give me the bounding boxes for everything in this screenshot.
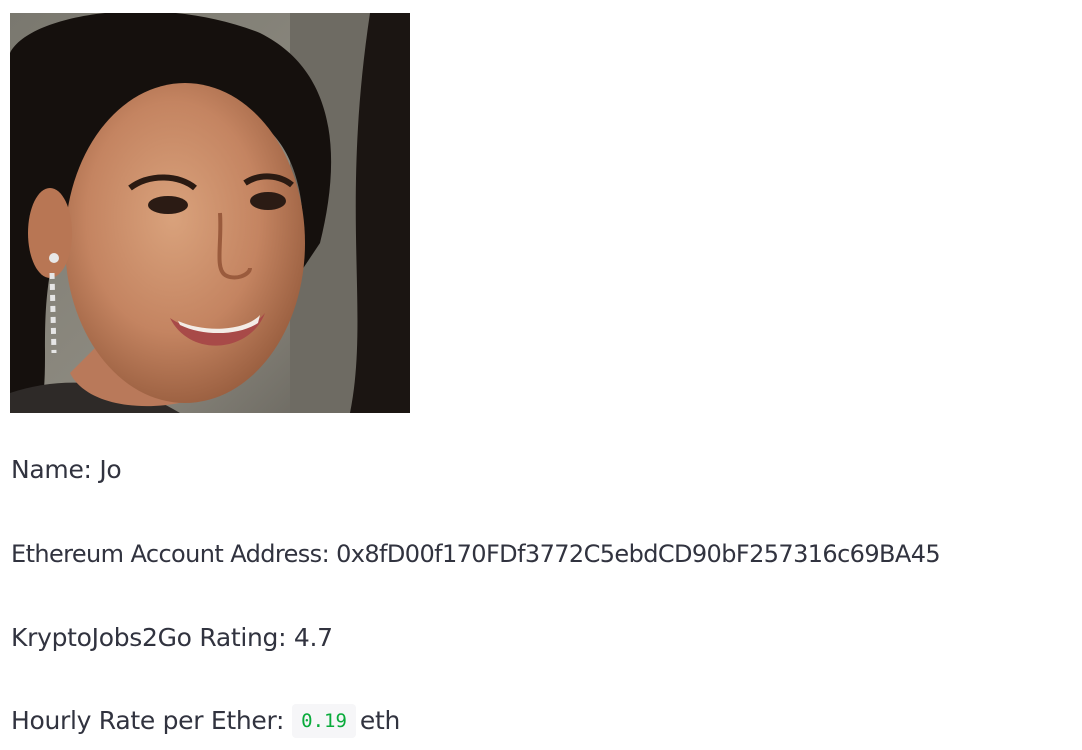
rating-value: 4.7 [293, 623, 333, 652]
rating-label: KryptoJobs2Go Rating: [11, 623, 287, 652]
hourly-rate-value: 0.19 [292, 704, 356, 738]
hourly-rate-unit: eth [359, 706, 401, 735]
rating-line: KryptoJobs2Go Rating: 4.7 [11, 621, 333, 655]
hourly-rate-label: Hourly Rate per Ether: [11, 706, 285, 735]
hourly-rate-line: Hourly Rate per Ether: 0.19 eth [11, 704, 400, 738]
candidate-photo-illustration [10, 13, 410, 413]
address-value: 0x8fD00f170FDf3772C5ebdCD90bF257316c69BA… [336, 540, 941, 568]
name-line: Name: Jo [11, 453, 122, 487]
address-label: Ethereum Account Address: [11, 540, 330, 568]
name-label: Name: [11, 455, 92, 484]
candidate-photo [10, 13, 410, 413]
name-value: Jo [99, 455, 122, 484]
address-line: Ethereum Account Address: 0x8fD00f170FDf… [11, 537, 941, 571]
